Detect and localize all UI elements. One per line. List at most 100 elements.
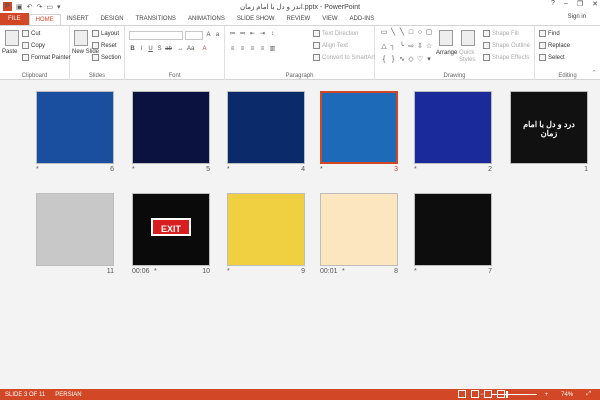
textbox-shape-icon[interactable]: ▭ [380,29,388,42]
oval-shape-icon[interactable]: ○ [416,29,424,42]
section-button[interactable]: Section [92,54,121,61]
align-left-icon[interactable]: ≡ [229,46,236,53]
zoom-in-icon[interactable]: + [540,392,554,398]
format-painter-button[interactable]: Format Painter [22,54,71,61]
transition-star-icon[interactable]: * [132,166,135,173]
undo-icon[interactable]: ↶ [27,3,33,11]
tab-file[interactable]: FILE [0,13,29,25]
tab-home[interactable]: HOME [28,14,61,25]
more-shapes-icon[interactable]: ▾ [425,56,433,69]
slide-preview[interactable] [227,91,305,164]
rounded-rect-shape-icon[interactable]: ▢ [425,29,433,42]
triangle-shape-icon[interactable]: △ [380,43,388,56]
rect-shape-icon[interactable]: □ [407,29,415,42]
arrange-icon[interactable] [439,30,453,46]
char-spacing-icon[interactable]: ↔ [177,46,184,53]
shrink-font-icon[interactable]: a [214,32,221,39]
tab-design[interactable]: DESIGN [95,14,130,25]
font-name-input[interactable] [129,31,183,40]
tab-review[interactable]: REVIEW [281,14,317,25]
tab-insert[interactable]: INSERT [61,14,95,25]
change-case-icon[interactable]: Aa [187,46,194,53]
zoom-slider-thumb[interactable] [505,391,508,398]
slide-preview[interactable]: درد و دل با امام زمان [510,91,588,164]
quick-styles-button[interactable]: Quick Styles [459,50,483,64]
line-shape-icon[interactable]: ╲ [389,29,397,42]
slide-thumbnail[interactable]: EXIT 00:06 * 10 [132,193,210,275]
italic-icon[interactable]: I [138,46,145,53]
minimize-button[interactable]: – [564,0,568,8]
slide-thumbnail[interactable]: * 9 [227,193,305,275]
justify-icon[interactable]: ≡ [259,46,266,53]
cut-button[interactable]: Cut [22,30,40,37]
tab-view[interactable]: VIEW [316,14,343,25]
convert-smartart-button[interactable]: Convert to SmartArt [313,54,375,61]
shape-outline-button[interactable]: Shape Outline [483,42,530,49]
heart-shape-icon[interactable]: ♡ [416,56,424,69]
customize-qat-icon[interactable]: ▾ [57,3,61,11]
font-size-input[interactable] [185,31,203,40]
tab-animations[interactable]: ANIMATIONS [182,14,231,25]
close-button[interactable]: ✕ [592,0,598,8]
slide-preview[interactable] [320,193,398,266]
tab-slide-show[interactable]: SLIDE SHOW [231,14,281,25]
transition-star-icon[interactable]: * [414,166,417,173]
slide-thumbnail[interactable]: * 2 [414,91,492,173]
shapes-gallery[interactable]: ▭ ╲ ╲ □ ○ ▢ △ ┐ ╰ ⇨ ⇩ ☆ {} ∿ ◇ ♡ ▾ [380,29,435,69]
transition-star-icon[interactable]: * [414,268,417,275]
arrow-down-shape-icon[interactable]: ⇩ [416,43,424,56]
font-color-icon[interactable]: A [201,46,208,53]
new-slide-icon[interactable] [74,30,88,46]
select-button[interactable]: Select [539,54,565,61]
layout-button[interactable]: Layout [92,30,119,37]
quick-styles-icon[interactable] [461,30,475,46]
callout-shape-icon[interactable]: ◇ [407,56,415,69]
slide-thumbnail[interactable]: 11 [36,193,114,275]
tab-add-ins[interactable]: ADD-INS [344,14,381,25]
bullets-icon[interactable]: ≔ [229,31,236,38]
transition-star-icon[interactable]: * [227,268,230,275]
transition-star-icon[interactable]: * [227,166,230,173]
help-button[interactable]: ? [551,0,555,8]
transition-star-icon[interactable]: * [36,166,39,173]
slide-preview[interactable] [227,193,305,266]
redo-icon[interactable]: ↷ [37,3,43,11]
slide-thumbnail[interactable]: * 6 [36,91,114,173]
slide-thumbnail[interactable]: 00:01 * 8 [320,193,398,275]
slide-preview[interactable] [414,91,492,164]
increase-indent-icon[interactable]: ⇥ [259,31,266,38]
zoom-level[interactable]: 74% [556,392,578,398]
present-icon[interactable]: ▭ [46,3,53,11]
transition-star-icon[interactable]: * [154,268,157,275]
maximize-button[interactable]: ❐ [577,0,583,8]
underline-icon[interactable]: U [147,46,154,53]
elbow-shape-icon[interactable]: ┐ [389,43,397,56]
fit-slide-icon[interactable]: ⤢ [581,391,596,398]
slide-preview[interactable] [132,91,210,164]
slide-thumbnail[interactable]: * 4 [227,91,305,173]
copy-button[interactable]: Copy [22,42,45,49]
align-right-icon[interactable]: ≡ [249,46,256,53]
tab-transitions[interactable]: TRANSITIONS [130,14,182,25]
connector-shape-icon[interactable]: ╰ [398,43,406,56]
slide-thumbnail[interactable]: * 5 [132,91,210,173]
paste-button[interactable]: Paste [2,49,17,55]
star-shape-icon[interactable]: ☆ [425,43,433,56]
save-icon[interactable]: ▣ [16,3,23,11]
shadow-icon[interactable]: S [156,46,163,53]
replace-button[interactable]: Replace [539,42,570,49]
grow-font-icon[interactable]: A [205,32,212,39]
align-text-button[interactable]: Align Text [313,42,348,49]
slide-preview[interactable] [36,91,114,164]
bold-icon[interactable]: B [129,46,136,53]
columns-icon[interactable]: ▥ [269,46,276,53]
shape-effects-button[interactable]: Shape Effects [483,54,529,61]
sign-in-link[interactable]: Sign in [568,14,586,20]
paste-icon[interactable] [5,30,19,46]
numbering-icon[interactable]: ≕ [239,31,246,38]
brace2-shape-icon[interactable]: } [389,56,397,69]
wave-shape-icon[interactable]: ∿ [398,56,406,69]
line-spacing-icon[interactable]: ↕ [269,31,276,38]
brace-shape-icon[interactable]: { [380,56,388,69]
language-indicator[interactable]: PERSIAN [50,392,86,398]
